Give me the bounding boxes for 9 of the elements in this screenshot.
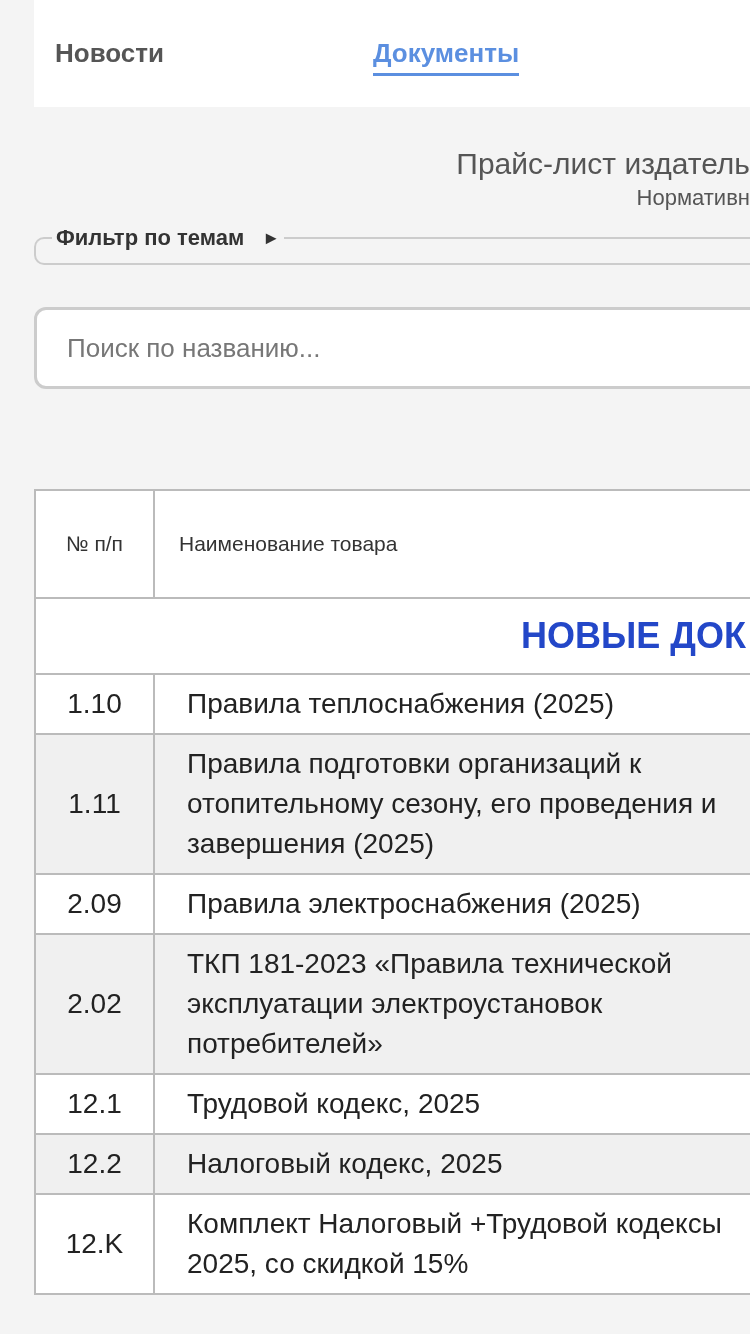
column-header: № п/п — [35, 490, 154, 598]
nav-tab[interactable]: Новости — [55, 38, 164, 76]
table-cell: 12.K — [35, 1194, 154, 1294]
page-subtitle: Нормативн — [635, 185, 750, 211]
page-title: Прайс-лист издатель — [455, 147, 750, 181]
filter-toggle[interactable]: ► — [262, 227, 281, 249]
column-header: Наименование товара — [154, 490, 750, 598]
filter-label: Фильтр по темам — [56, 225, 245, 251]
search-field[interactable]: Поиск по названию... — [34, 307, 750, 389]
